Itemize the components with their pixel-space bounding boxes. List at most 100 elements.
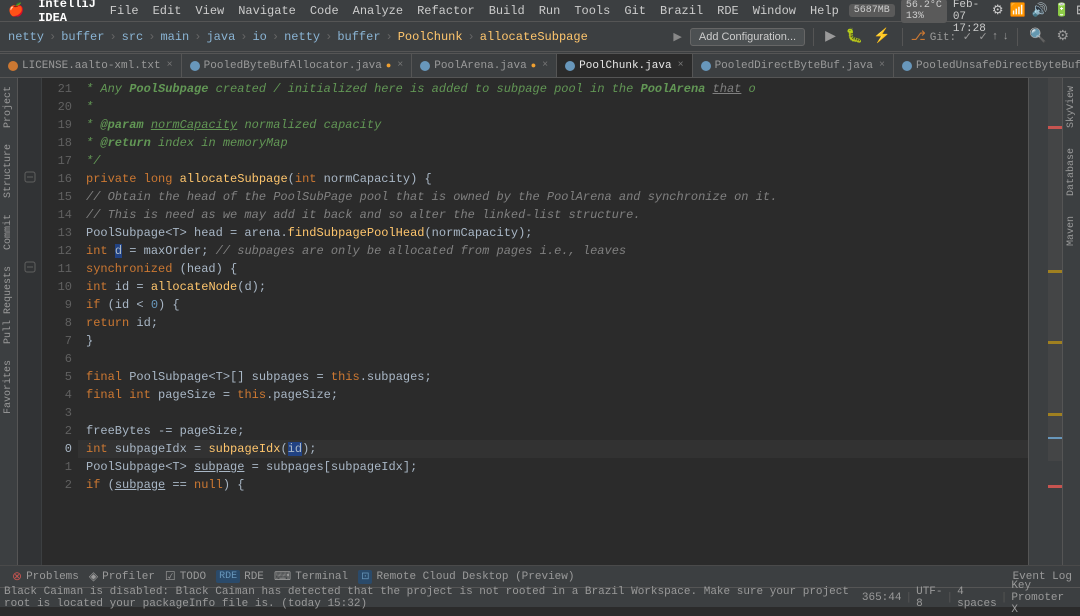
menu-item-tools[interactable]: Tools xyxy=(568,2,616,20)
code-line-21: * Any PoolSubpage created / initialized … xyxy=(78,80,1028,98)
breadcrumb-src[interactable]: src xyxy=(122,30,144,44)
search-everywhere-icon[interactable]: 🔍 xyxy=(1026,26,1049,47)
line-numbers: 21 20 19 18 17 16 15 14 13 12 11 10 9 8 … xyxy=(42,78,78,565)
menu-item-help[interactable]: Help xyxy=(804,2,845,20)
breadcrumb-netty2[interactable]: netty xyxy=(284,30,320,44)
line-18: 18 xyxy=(42,134,72,152)
gutter-line-14 xyxy=(18,204,41,222)
todo-tab[interactable]: ☑ TODO xyxy=(161,567,210,586)
system-icon[interactable]: ⚙ xyxy=(992,3,1004,18)
tab-close-pa[interactable]: × xyxy=(542,60,548,71)
settings-icon[interactable]: ⚙ xyxy=(1053,26,1072,47)
breadcrumb-buffer[interactable]: buffer xyxy=(61,30,104,44)
menu-item-run[interactable]: Run xyxy=(533,2,567,20)
line-3: 3 xyxy=(42,404,72,422)
menu-item-code[interactable]: Code xyxy=(304,2,345,20)
coverage-button[interactable]: ⚡ xyxy=(870,26,893,47)
code-line-1: PoolSubpage<T> subpage = subpages[subpag… xyxy=(78,458,1028,476)
left-icon-bar: Project Structure Commit Pull Requests F… xyxy=(0,78,18,565)
breadcrumb-main[interactable]: main xyxy=(160,30,189,44)
breadcrumb-netty[interactable]: netty xyxy=(8,30,44,44)
sidebar-label-project[interactable]: Project xyxy=(3,86,14,128)
menu-item-view[interactable]: View xyxy=(189,2,230,20)
code-line-5: final PoolSubpage<T>[] subpages = this.s… xyxy=(78,368,1028,386)
tab-modified-pbba: ● xyxy=(386,61,391,71)
code-line-8: return id; xyxy=(78,314,1028,332)
terminal-tab[interactable]: ⌨ Terminal xyxy=(270,567,352,586)
menu-item-intellij[interactable]: IntelliJ IDEA xyxy=(32,0,102,27)
menu-item-git[interactable]: Git xyxy=(618,2,652,20)
problems-tab[interactable]: ⊗ Problems xyxy=(8,567,83,586)
tab-close-pdb[interactable]: × xyxy=(879,60,885,71)
tab-pool-arena[interactable]: PoolArena.java ● × xyxy=(412,53,557,77)
tab-pooled-unsafe-direct[interactable]: PooledUnsafeDirectByteBuf.java × xyxy=(894,53,1080,77)
line-2b: 2 xyxy=(42,476,72,494)
breadcrumb-poolchunk[interactable]: PoolChunk xyxy=(398,30,463,44)
profiler-tab[interactable]: ◈ Profiler xyxy=(85,567,159,586)
git-push-icon: ↑ xyxy=(992,31,999,43)
tab-close-pc[interactable]: × xyxy=(678,60,684,71)
tab-modified-pa: ● xyxy=(531,61,536,71)
breadcrumb-java[interactable]: java xyxy=(206,30,235,44)
code-line-2b: if (subpage == null) { xyxy=(78,476,1028,494)
sidebar-right-database[interactable]: Database xyxy=(1066,148,1077,196)
breadcrumb-buffer2[interactable]: buffer xyxy=(337,30,380,44)
code-area[interactable]: * Any PoolSubpage created / initialized … xyxy=(78,78,1028,565)
remote-badge: ⊡ xyxy=(358,570,372,584)
sidebar-right-maven[interactable]: Maven xyxy=(1066,216,1077,246)
status-sep-3: | xyxy=(1001,592,1008,604)
tab-pool-chunk-active[interactable]: PoolChunk.java × xyxy=(557,53,692,77)
tab-pooled-direct-bytebuf[interactable]: PooledDirectByteBuf.java × xyxy=(693,53,894,77)
file-tabs: LICENSE.aalto-xml.txt × PooledByteBufAll… xyxy=(0,52,1080,78)
sidebar-right-skyview[interactable]: SkyView xyxy=(1066,86,1077,128)
menu-item-refactor[interactable]: Refactor xyxy=(411,2,481,20)
menu-item-file[interactable]: File xyxy=(104,2,145,20)
menu-item-edit[interactable]: Edit xyxy=(147,2,188,20)
menu-item-rde[interactable]: RDE xyxy=(711,2,745,20)
gutter-line-2 xyxy=(18,420,41,438)
cursor-position: 365:44 xyxy=(862,592,902,604)
gutter-line-5 xyxy=(18,366,41,384)
code-line-15: // Obtain the head of the PoolSubPage po… xyxy=(78,188,1028,206)
right-panel xyxy=(1028,78,1062,565)
git-pull-icon: ↓ xyxy=(1002,31,1009,43)
fold-icon-16[interactable] xyxy=(24,171,36,183)
run-button[interactable]: ▶ xyxy=(822,26,839,47)
rde-tab[interactable]: RDE RDE xyxy=(212,568,268,585)
gutter-line-18 xyxy=(18,132,41,150)
menu-bar: 🍎 IntelliJ IDEA File Edit View Navigate … xyxy=(0,0,1080,22)
line-8: 8 xyxy=(42,314,72,332)
tab-close-license[interactable]: × xyxy=(167,60,173,71)
code-line-9: if (id < 0) { xyxy=(78,296,1028,314)
line-sep-display: 4 spaces xyxy=(957,586,997,610)
sidebar-label-pull[interactable]: Pull Requests xyxy=(3,266,14,344)
tab-close-pbba[interactable]: × xyxy=(397,60,403,71)
tab-license[interactable]: LICENSE.aalto-xml.txt × xyxy=(0,53,182,77)
code-line-13: PoolSubpage<T> head = arena.findSubpageP… xyxy=(78,224,1028,242)
sidebar-label-favorites[interactable]: Favorites xyxy=(3,360,14,414)
debug-button[interactable]: 🐛 xyxy=(843,26,866,47)
menu-item-brazil[interactable]: Brazil xyxy=(654,2,709,20)
fold-icon-11[interactable] xyxy=(24,261,36,273)
git-icon: ⎇ xyxy=(911,29,926,44)
sidebar-label-structure[interactable]: Structure xyxy=(3,144,14,198)
menu-item-navigate[interactable]: Navigate xyxy=(232,2,302,20)
code-line-16: private long allocateSubpage(int normCap… xyxy=(78,170,1028,188)
breadcrumb-method[interactable]: allocateSubpage xyxy=(480,30,588,44)
tab-pooled-bytebuf-allocator[interactable]: PooledByteBufAllocator.java ● × xyxy=(182,53,413,77)
menu-item-build[interactable]: Build xyxy=(483,2,531,20)
code-line-18: * @return index in memoryMap xyxy=(78,134,1028,152)
gutter-line-13 xyxy=(18,222,41,240)
notifications-icon[interactable]: ⊞ xyxy=(1076,3,1080,18)
line-15: 15 xyxy=(42,188,72,206)
gutter-line-10 xyxy=(18,276,41,294)
sidebar-label-commit[interactable]: Commit xyxy=(3,214,14,250)
add-configuration-button[interactable]: Add Configuration... xyxy=(690,28,805,46)
menu-item-analyze[interactable]: Analyze xyxy=(347,2,409,20)
menu-item-window[interactable]: Window xyxy=(747,2,802,20)
scroll-overview[interactable] xyxy=(1029,78,1062,557)
problems-label: Problems xyxy=(26,571,79,583)
remote-desktop-tab[interactable]: ⊡ Remote Cloud Desktop (Preview) xyxy=(354,568,578,586)
gutter-line-16 xyxy=(18,168,41,186)
breadcrumb-io[interactable]: io xyxy=(252,30,266,44)
